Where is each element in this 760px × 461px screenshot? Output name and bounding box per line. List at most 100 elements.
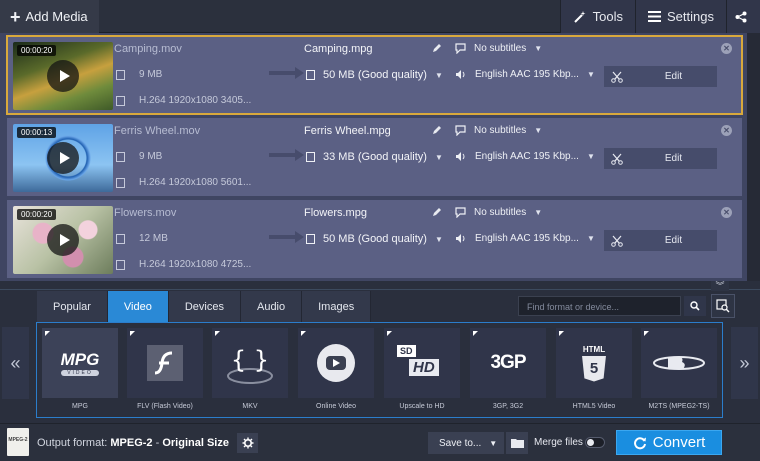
tab-video[interactable]: Video [107,291,169,322]
edit-button[interactable]: Edit [604,66,717,87]
chevron-down-icon: ▼ [586,70,595,79]
top-toolbar: + Add Media Tools Settings [0,0,760,33]
play-icon[interactable] [47,60,79,92]
video-thumbnail[interactable]: 00:00:13 [13,124,113,192]
save-to-dropdown[interactable]: Save to... ▼ [428,432,504,454]
source-file-name: Camping.mov [114,43,182,55]
edit-button[interactable]: Edit [604,230,717,251]
convert-button[interactable]: Convert [616,430,722,455]
output-format-size: Original Size [162,437,229,449]
convert-arrow-icon [269,149,304,161]
html5-logo-number: 5 [582,355,606,382]
play-icon[interactable] [47,224,79,256]
save-to-label: Save to... [439,437,482,449]
output-size-dropdown[interactable]: 33 MB (Good quality) ▼ [306,151,443,163]
output-size-dropdown[interactable]: 50 MB (Good quality) ▼ [306,69,443,81]
open-folder-button[interactable] [506,432,528,454]
merge-files-toggle[interactable] [585,437,605,448]
format-tile-upscale-hd[interactable]: SD HD [384,328,460,398]
output-format-label: Output format: [37,437,108,449]
audio-track-dropdown[interactable]: English AAC 195 Kbp... ▼ [455,233,595,244]
file-size-icon [306,70,315,80]
format-tile-flv[interactable] [127,328,203,398]
format-tile-mpg[interactable]: MPG VIDEO [42,328,118,398]
video-codec-icon [116,259,125,270]
format-tile-m2ts[interactable] [641,328,717,398]
3gp-logo-text: 3GP [490,352,526,373]
source-file-size: 9 MB [139,151,163,162]
subtitles-dropdown[interactable]: No subtitles ▼ [455,125,542,136]
format-label-m2ts: M2TS (MPEG2-TS) [648,403,710,410]
subtitles-value: No subtitles [474,43,527,54]
subtitles-dropdown[interactable]: No subtitles ▼ [455,207,542,218]
tools-label: Tools [592,9,624,24]
video-thumbnail[interactable]: 00:00:20 [13,206,113,274]
remove-file-icon[interactable]: ✕ [721,43,732,54]
settings-label: Settings [667,9,714,24]
audio-track-dropdown[interactable]: English AAC 195 Kbp... ▼ [455,151,595,162]
tools-button[interactable]: Tools [559,0,636,33]
output-file-name[interactable]: Flowers.mpg [304,207,367,219]
gear-icon [242,437,253,449]
search-button[interactable] [684,296,706,316]
file-row[interactable]: 00:00:20 Camping.mov 9 MB H.264 1920x108… [6,35,743,115]
mpg-icon: MPG VIDEO [42,328,118,398]
edit-label: Edit [664,153,683,164]
3gp-icon: 3GP [470,328,546,398]
file-row[interactable]: 00:00:13 Ferris Wheel.mov 9 MB H.264 192… [7,118,742,196]
settings-button[interactable]: Settings [635,0,726,33]
mpg-logo-sub: VIDEO [60,370,100,376]
remove-file-icon[interactable]: ✕ [721,125,732,136]
output-file-name[interactable]: Camping.mpg [304,43,372,55]
output-size-dropdown[interactable]: 50 MB (Good quality) ▼ [306,233,443,245]
format-search-input[interactable]: Find format or device... [518,296,681,316]
rename-pencil-icon[interactable] [432,125,442,135]
chevron-down-icon: ▼ [434,70,443,80]
format-tile-3gp[interactable]: 3GP [470,328,546,398]
video-thumbnail[interactable]: 00:00:20 [13,42,113,110]
format-tile-online-video[interactable] [298,328,374,398]
sd-label: SD [397,345,416,357]
tab-popular[interactable]: Popular [37,291,108,322]
formats-next-arrow[interactable]: » [731,327,758,399]
mkv-icon: { } [212,328,288,398]
collapse-panel-icon[interactable]: ︾ [711,281,729,291]
format-tile-mkv[interactable]: { } [212,328,288,398]
share-button[interactable] [726,0,760,33]
edit-button[interactable]: Edit [604,148,717,169]
video-codec-icon [116,95,125,106]
html5-icon: HTML 5 [556,328,632,398]
add-media-button[interactable]: + Add Media [0,0,99,33]
search-icon [690,301,700,311]
scissors-icon [604,71,630,83]
output-settings-button[interactable] [237,433,258,453]
remove-file-icon[interactable]: ✕ [721,207,732,218]
format-tile-html5[interactable]: HTML 5 [556,328,632,398]
audio-track-dropdown[interactable]: English AAC 195 Kbp... ▼ [455,69,595,80]
file-row[interactable]: 00:00:20 Flowers.mov 12 MB H.264 1920x10… [7,200,742,278]
speaker-icon [456,70,465,79]
rename-pencil-icon[interactable] [432,43,442,53]
output-format-file-icon: MPEG-2 [7,428,29,456]
tab-audio[interactable]: Audio [240,291,303,322]
chevron-down-icon: ▼ [489,438,498,448]
source-file-name: Flowers.mov [114,207,177,219]
detect-device-button[interactable] [711,294,735,318]
convert-label: Convert [652,434,706,451]
tab-images[interactable]: Images [302,291,372,322]
source-codec-info: H.264 1920x1080 5601... [139,177,252,188]
file-list-scrollbar[interactable] [747,33,760,281]
edit-label: Edit [664,235,683,246]
rename-pencil-icon[interactable] [432,207,442,217]
tab-devices[interactable]: Devices [168,291,241,322]
subtitles-value: No subtitles [474,207,527,218]
formats-prev-arrow[interactable]: « [2,327,29,399]
video-codec-icon [116,177,125,188]
output-file-name[interactable]: Ferris Wheel.mpg [304,125,391,137]
edit-label: Edit [664,71,683,82]
subtitles-dropdown[interactable]: No subtitles ▼ [455,43,542,54]
play-icon[interactable] [47,142,79,174]
chevron-down-icon: ▼ [534,208,543,217]
scissors-icon [604,153,630,165]
output-size-value: 50 MB (Good quality) [323,69,427,81]
